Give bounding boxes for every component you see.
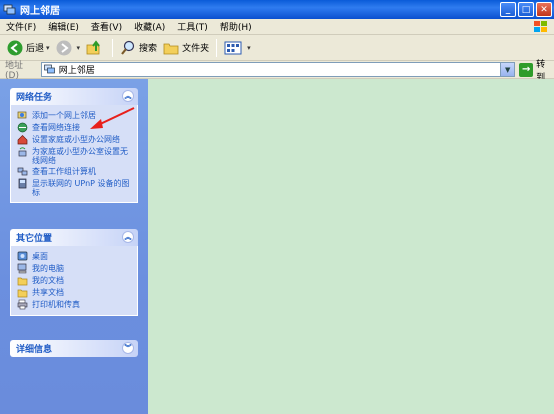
back-dropdown-icon[interactable]: ▾ (46, 44, 50, 52)
network-connections-icon (17, 122, 28, 133)
maximize-button[interactable]: □ (518, 2, 534, 17)
printer-icon (17, 299, 28, 310)
back-label: 后退 (26, 44, 45, 54)
other-places-body: 桌面 我的电脑 我的文档 共享文档 打印机和传真 (10, 246, 138, 316)
other-places-title: 其它位置 (16, 234, 53, 244)
address-bar: 地址(D) 网上邻居 ▼ → 转到 (0, 60, 554, 83)
title-bar: 网上邻居 _ □ ✕ (0, 0, 554, 19)
go-arrow-icon: → (519, 62, 534, 77)
toolbar: 后退 ▾ ▾ 搜索 文件夹 ▾ (0, 35, 554, 61)
task-label: 为家庭或小型办公室设置无线网络 (32, 147, 128, 165)
place-desktop[interactable]: 桌面 (17, 251, 133, 262)
task-view-workgroup-computers[interactable]: 查看工作组计算机 (17, 166, 133, 177)
menu-help[interactable]: 帮助(H) (214, 20, 258, 33)
network-tasks-title: 网络任务 (16, 93, 53, 103)
window-title: 网上邻居 (20, 6, 60, 17)
my-computer-icon (17, 263, 27, 274)
back-button[interactable]: 后退 ▾ (4, 37, 53, 59)
menu-edit[interactable]: 编辑(E) (42, 20, 85, 33)
menu-favorites[interactable]: 收藏(A) (128, 20, 171, 33)
menu-file[interactable]: 文件(F) (0, 20, 42, 33)
toolbar-separator (216, 38, 218, 57)
task-label: 查看网络连接 (32, 123, 80, 132)
details-header[interactable]: 详细信息 ︾ (10, 340, 138, 357)
folders-label: 文件夹 (182, 44, 210, 54)
other-places-header[interactable]: 其它位置 ︽ (10, 229, 138, 246)
task-label: 添加一个网上邻居 (32, 111, 96, 120)
close-icon: ✕ (540, 4, 548, 15)
task-label: 查看工作组计算机 (32, 167, 96, 176)
close-button[interactable]: ✕ (536, 2, 552, 17)
address-value: 网上邻居 (58, 66, 95, 76)
views-button[interactable]: ▾ (221, 37, 254, 59)
network-places-icon (43, 64, 55, 74)
collapse-icon[interactable]: ︽ (122, 231, 134, 243)
place-label: 共享文档 (32, 288, 64, 297)
address-field[interactable]: 网上邻居 ▼ (40, 62, 516, 77)
shared-documents-icon (17, 289, 28, 298)
minimize-icon: _ (505, 4, 511, 15)
details-panel: 详细信息 ︾ (10, 340, 138, 357)
place-my-computer[interactable]: 我的电脑 (17, 263, 133, 274)
search-button[interactable]: 搜索 (117, 37, 160, 59)
up-button[interactable] (83, 37, 108, 59)
folders-button[interactable]: 文件夹 (160, 37, 212, 59)
other-places-panel: 其它位置 ︽ 桌面 我的电脑 我的文档 共享文档 打印机和传真 (10, 229, 138, 316)
forward-arrow-icon (56, 40, 72, 55)
task-setup-wireless-network[interactable]: 为家庭或小型办公室设置无线网络 (17, 146, 133, 165)
task-label: 设置家庭或小型办公网络 (32, 135, 120, 144)
place-label: 我的文档 (32, 276, 64, 285)
place-label: 打印机和传真 (32, 300, 80, 309)
place-label: 桌面 (32, 252, 48, 261)
menu-tools[interactable]: 工具(T) (171, 20, 214, 33)
toolbar-separator (112, 38, 114, 57)
expand-icon[interactable]: ︾ (122, 342, 134, 354)
my-documents-icon (17, 277, 28, 286)
windows-logo-icon (534, 21, 547, 32)
menu-bar: 文件(F) 编辑(E) 查看(V) 收藏(A) 工具(T) 帮助(H) (0, 19, 554, 35)
menu-view[interactable]: 查看(V) (85, 20, 128, 33)
wireless-network-icon (18, 147, 27, 157)
maximize-icon: □ (521, 4, 531, 15)
annotation-arrow-icon (90, 107, 135, 129)
back-arrow-icon (7, 40, 23, 55)
place-shared-documents[interactable]: 共享文档 (17, 287, 133, 298)
forward-dropdown-icon[interactable]: ▾ (77, 44, 81, 52)
chevron-down-icon: ▼ (505, 65, 511, 74)
forward-button[interactable]: ▾ (53, 37, 84, 59)
place-label: 我的电脑 (32, 264, 64, 273)
address-dropdown-button[interactable]: ▼ (500, 63, 515, 76)
views-icon (224, 41, 242, 54)
place-my-documents[interactable]: 我的文档 (17, 275, 133, 286)
workgroup-computers-icon (17, 167, 28, 176)
search-label: 搜索 (139, 44, 158, 54)
content-area[interactable] (148, 79, 554, 414)
place-printers-faxes[interactable]: 打印机和传真 (17, 299, 133, 310)
task-label: 显示联网的 UPnP 设备的图标 (32, 179, 130, 197)
task-show-upnp-icons[interactable]: 显示联网的 UPnP 设备的图标 (17, 178, 133, 197)
details-title: 详细信息 (16, 345, 53, 355)
add-network-place-icon (17, 111, 27, 119)
folders-icon (163, 43, 179, 54)
views-dropdown-icon: ▾ (247, 43, 251, 52)
task-setup-home-network[interactable]: 设置家庭或小型办公网络 (17, 134, 133, 145)
desktop-icon (17, 251, 28, 261)
search-icon (121, 40, 135, 55)
network-places-icon (3, 4, 16, 15)
address-label: 地址(D) (5, 61, 24, 81)
folder-up-icon (86, 39, 100, 54)
upnp-device-icon (18, 178, 27, 189)
collapse-icon[interactable]: ︽ (122, 90, 134, 102)
network-tasks-header[interactable]: 网络任务 ︽ (10, 88, 138, 105)
home-network-icon (17, 135, 28, 145)
minimize-button[interactable]: _ (500, 2, 516, 17)
